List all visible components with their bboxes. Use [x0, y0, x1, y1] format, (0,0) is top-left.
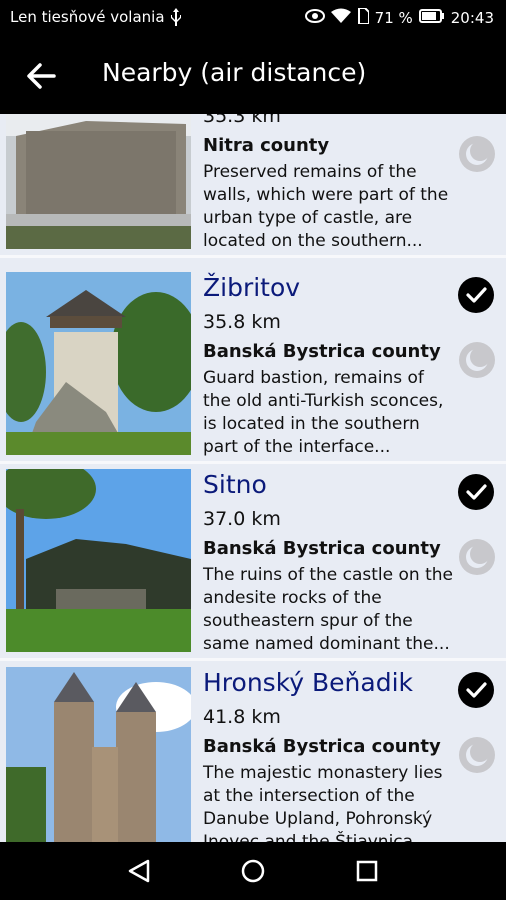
back-nav-button[interactable] [126, 858, 152, 888]
place-distance: 41.8 km [203, 706, 281, 728]
list-item[interactable]: 35.3 km Nitra county Preserved remains o… [0, 114, 506, 258]
moon-icon [466, 742, 490, 766]
place-description: The majestic monastery lies at the inter… [203, 763, 443, 842]
place-distance: 35.3 km [203, 114, 281, 127]
place-photo [6, 272, 191, 455]
night-toggle[interactable] [459, 737, 495, 773]
place-distance: 37.0 km [203, 508, 281, 530]
place-description: Preserved remains of the walls, which we… [203, 162, 449, 251]
place-description: Guard bastion, remains of the old anti-T… [203, 368, 444, 457]
night-toggle[interactable] [459, 539, 495, 575]
place-name[interactable]: Sitno [203, 470, 267, 499]
app-bar: Nearby (air distance) [0, 36, 506, 114]
visited-toggle[interactable] [458, 277, 494, 313]
place-photo [6, 114, 191, 249]
circle-home-icon [241, 859, 265, 883]
wifi-icon [330, 8, 351, 28]
place-county: Banská Bystrica county [203, 341, 441, 362]
eye-icon [304, 9, 325, 27]
battery-icon [418, 9, 445, 27]
moon-icon [466, 544, 490, 568]
check-icon [466, 287, 487, 303]
system-nav-bar [0, 842, 506, 900]
moon-icon [466, 347, 490, 371]
night-toggle[interactable] [459, 136, 495, 172]
list-item[interactable]: Hronský Beňadik 41.8 km Banská Bystrica … [0, 662, 506, 842]
places-list[interactable]: 35.3 km Nitra county Preserved remains o… [0, 114, 506, 842]
list-item[interactable]: Žibritov 35.8 km Banská Bystrica county … [0, 267, 506, 464]
square-recents-icon [356, 860, 378, 882]
arrow-back-icon [27, 63, 56, 89]
place-name[interactable]: Hronský Beňadik [203, 668, 413, 697]
place-distance: 35.8 km [203, 311, 281, 333]
status-bar: Len tiesňové volania 71 % 20:43 [0, 0, 506, 36]
page-title: Nearby (air distance) [102, 58, 367, 87]
visited-toggle[interactable] [458, 474, 494, 510]
home-nav-button[interactable] [240, 858, 266, 888]
place-county: Banská Bystrica county [203, 538, 441, 559]
visited-toggle[interactable] [458, 672, 494, 708]
night-toggle[interactable] [459, 342, 495, 378]
usb-icon [170, 8, 182, 30]
place-photo [6, 469, 191, 652]
check-icon [466, 484, 487, 500]
back-button[interactable] [22, 56, 62, 96]
place-county: Nitra county [203, 135, 330, 156]
battery-percent: 71 % [374, 9, 413, 27]
place-county: Banská Bystrica county [203, 736, 441, 757]
triangle-back-icon [128, 859, 150, 883]
list-item[interactable]: Sitno 37.0 km Banská Bystrica county The… [0, 464, 506, 661]
check-icon [466, 682, 487, 698]
recents-nav-button[interactable] [354, 858, 380, 888]
carrier-text: Len tiesňové volania [10, 8, 165, 26]
moon-icon [466, 141, 490, 165]
place-photo [6, 667, 191, 842]
place-description: The ruins of the castle on the andesite … [203, 565, 453, 654]
sim-icon [357, 7, 370, 28]
clock: 20:43 [450, 9, 494, 27]
place-name[interactable]: Žibritov [203, 273, 300, 302]
